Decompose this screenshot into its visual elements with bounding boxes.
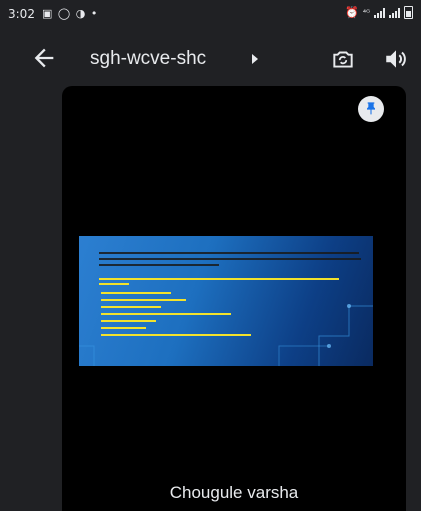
volte-icon: ⁴ᴳ xyxy=(362,8,370,17)
battery-icon xyxy=(404,6,413,19)
status-bar: 3:02 ▣ ◯ ◑ • ⏰ ⁴ᴳ xyxy=(0,0,421,30)
slide-bullet xyxy=(101,320,156,322)
participant-name: Chougule varsha xyxy=(169,483,299,502)
slide-heading-line xyxy=(99,264,219,266)
slide-heading-line xyxy=(99,252,359,254)
slide-bullet xyxy=(101,334,251,336)
image-icon: ▣ xyxy=(42,7,54,20)
notification-icons: ▣ ◯ ◑ • xyxy=(42,7,98,20)
slide-bullet xyxy=(101,299,186,301)
slide-intro-line xyxy=(99,283,129,285)
slide-intro-line xyxy=(99,278,339,280)
signal-icon xyxy=(374,7,385,18)
back-arrow-icon xyxy=(34,48,54,68)
participant-video-tile[interactable]: Chougule varsha xyxy=(62,86,406,511)
whatsapp-icon: ◯ xyxy=(57,7,72,20)
slide-heading-line xyxy=(99,258,361,260)
slide-bullet xyxy=(101,306,161,308)
chevron-right-icon[interactable] xyxy=(252,54,258,64)
meeting-code[interactable]: sgh-wcve-shc xyxy=(90,48,206,70)
speaker-icon xyxy=(386,50,406,68)
status-time: 3:02 xyxy=(8,7,35,21)
slide-bullet xyxy=(101,313,231,315)
switch-camera-button[interactable] xyxy=(330,46,356,72)
meeting-header: sgh-wcve-shc xyxy=(0,34,421,84)
switch-camera-icon xyxy=(333,51,353,68)
circuit-pattern xyxy=(79,304,373,366)
pin-icon xyxy=(367,102,375,115)
shared-slide xyxy=(79,236,373,366)
slide-bullet xyxy=(101,327,146,329)
back-button[interactable] xyxy=(30,44,58,72)
signal-icon-2 xyxy=(389,7,400,18)
slide-bullet xyxy=(101,292,171,294)
speaker-button[interactable] xyxy=(383,46,409,72)
alarm-icon: ⏰ xyxy=(345,6,359,19)
dot-icon: • xyxy=(90,7,99,20)
status-icons: ⏰ ⁴ᴳ xyxy=(345,6,413,19)
chat-icon: ◑ xyxy=(75,7,87,20)
pin-button[interactable] xyxy=(358,96,384,122)
